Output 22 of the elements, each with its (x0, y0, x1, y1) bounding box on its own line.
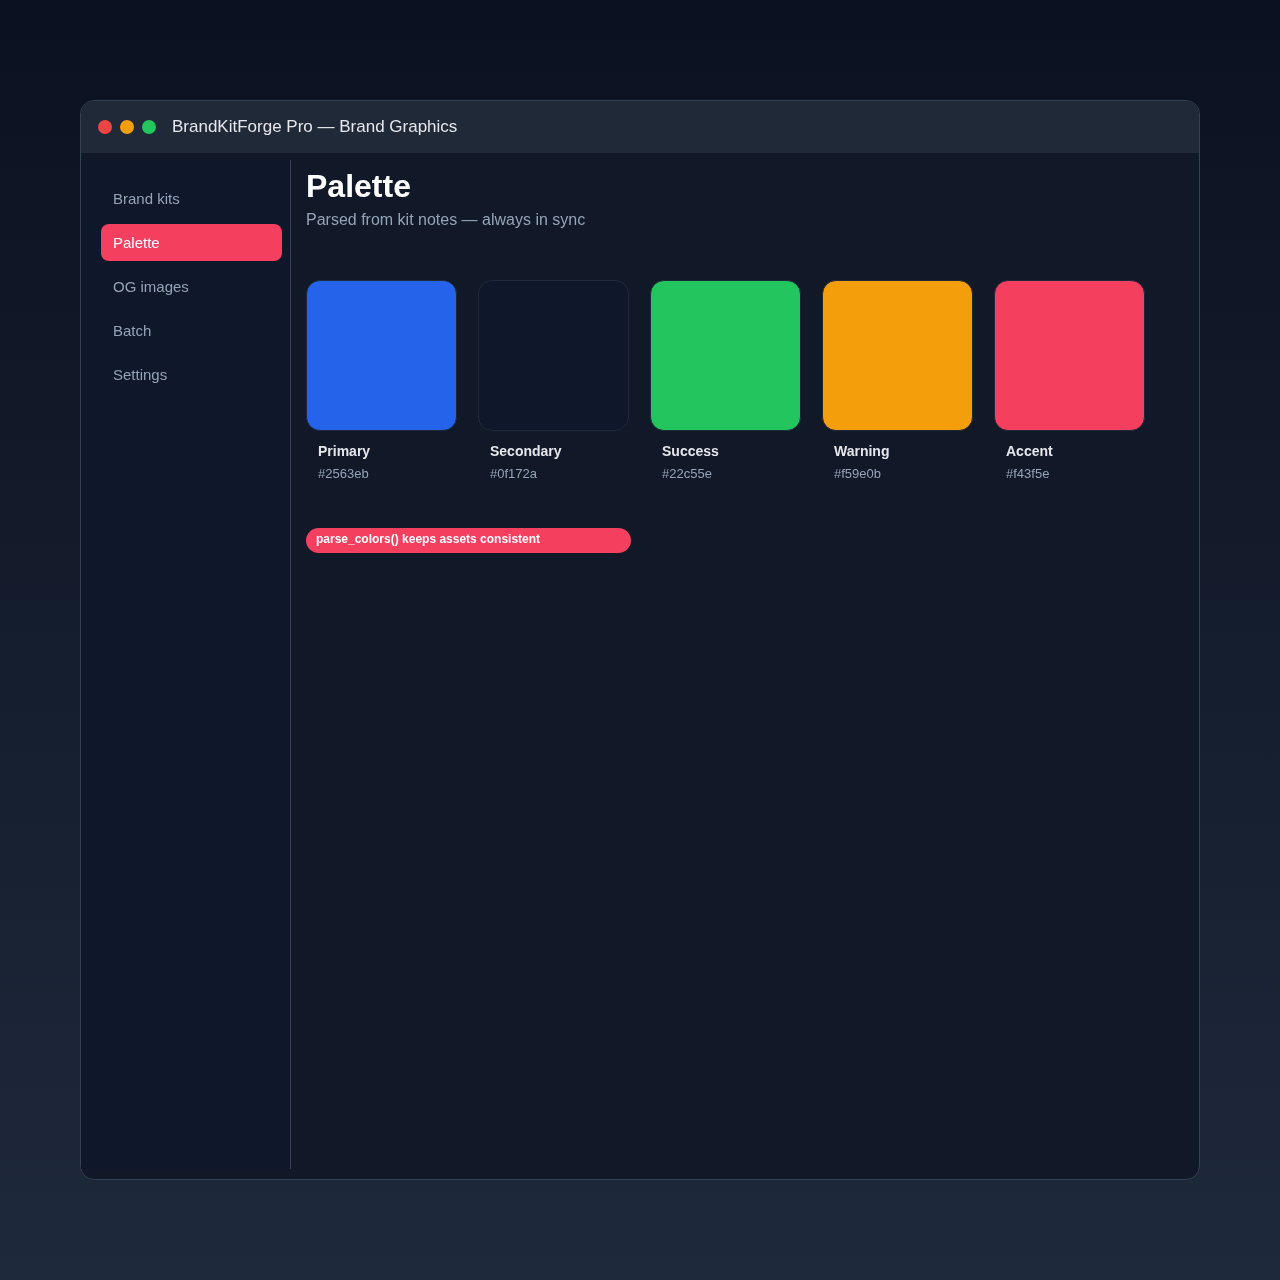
swatch-hex: #f59e0b (834, 466, 882, 481)
page-title: Palette (306, 168, 412, 205)
sidebar-item[interactable]: OG images (101, 268, 282, 305)
swatch-hex: #22c55e (662, 466, 713, 481)
maximize-button[interactable] (142, 120, 156, 134)
swatch-name: Warning (834, 443, 891, 459)
swatch-name: Accent (1006, 443, 1054, 459)
info-banner: parse_colors() keeps assets consistent (306, 528, 631, 553)
swatch-hex: #f43f5e (1006, 466, 1051, 481)
sidebar-item[interactable]: Batch (101, 312, 282, 349)
sidebar-item[interactable]: Settings (101, 356, 282, 393)
sidebar-item[interactable]: Palette (101, 224, 282, 261)
swatch-name: Primary (318, 443, 372, 459)
sidebar-item[interactable]: Brand kits (101, 180, 282, 217)
page-subtitle: Parsed from kit notes — always in sync (306, 211, 587, 229)
swatch-hex: #0f172a (490, 466, 538, 481)
swatch-name: Secondary (490, 443, 563, 459)
close-button[interactable] (98, 120, 112, 134)
window-title: BrandKitForge Pro — Brand Graphics (172, 117, 458, 137)
minimize-button[interactable] (120, 120, 134, 134)
swatch-name: Success (662, 443, 720, 459)
swatch-hex: #2563eb (318, 466, 370, 481)
